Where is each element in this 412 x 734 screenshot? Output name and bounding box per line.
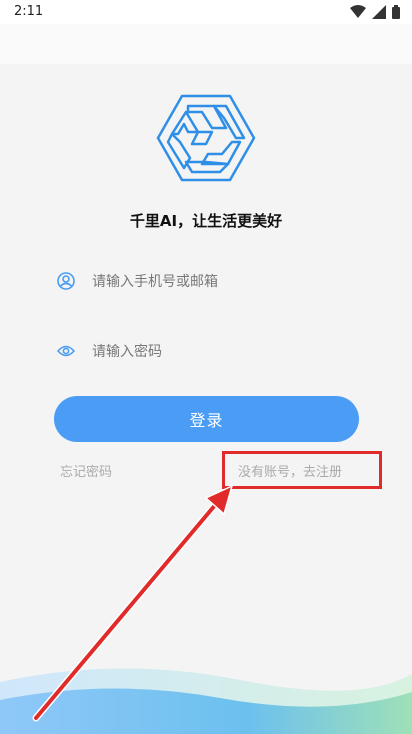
eye-icon[interactable] [56, 341, 76, 361]
bottom-wave-decoration [0, 668, 412, 734]
password-input[interactable]: 请输入密码 [92, 341, 162, 361]
status-time: 2:11 [14, 4, 44, 19]
signal-icon [372, 5, 386, 19]
login-button[interactable]: 登录 [54, 396, 359, 442]
battery-icon [392, 5, 400, 19]
slogan: 千里AI，让生活更美好 [129, 212, 283, 230]
password-field[interactable]: 请输入密码 [56, 336, 356, 366]
forgot-password-link[interactable]: 忘记密码 [60, 461, 112, 480]
wifi-icon [350, 5, 366, 18]
app-logo-icon [156, 94, 256, 182]
status-bar: 2:11 [0, 0, 412, 24]
app-bar [0, 24, 412, 64]
username-input[interactable]: 请输入手机号或邮箱 [92, 271, 218, 291]
register-link[interactable]: 没有账号，去注册 [238, 461, 342, 480]
status-icons [350, 4, 400, 20]
user-circle-icon [56, 271, 76, 291]
username-field[interactable]: 请输入手机号或邮箱 [56, 266, 356, 296]
